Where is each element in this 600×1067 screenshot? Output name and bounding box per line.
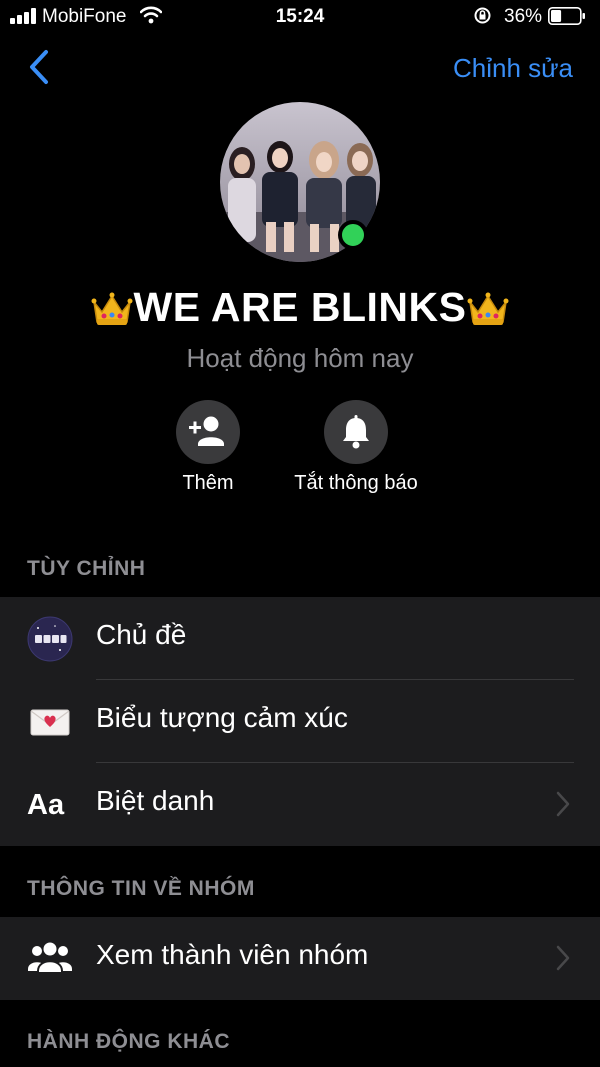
back-chevron-icon[interactable] [26,48,52,86]
battery-icon [548,7,585,25]
activity-status: Hoạt động hôm nay [186,343,414,373]
section-title-group-info: THÔNG TIN VỀ NHÓM [27,877,255,900]
online-status-dot [338,220,368,250]
heart-letter-emoji-icon [30,709,70,736]
add-person-icon[interactable] [176,400,240,464]
crown-emoji-icon [467,292,509,325]
crown-emoji-icon [91,292,132,325]
nicknames-label: Biệt danh [96,785,215,816]
mute-notifications-button[interactable]: Tắt thông báo [261,400,451,495]
theme-label: Chủ đề [96,619,187,650]
list-item-nicknames[interactable]: Aa Biệt danh [0,763,600,846]
list-item-view-members[interactable]: Xem thành viên nhóm [0,917,600,1000]
bell-icon[interactable] [324,400,388,464]
edit-button[interactable]: Chỉnh sửa [453,53,573,84]
group-title: WE ARE BLINKS [0,284,600,331]
group-info-group: Xem thành viên nhóm [0,917,600,1000]
mute-notifications-label: Tắt thông báo [294,472,418,494]
group-avatar[interactable] [220,102,380,262]
list-item-theme[interactable]: Chủ đề [0,597,600,680]
battery-percent: 36% [504,6,543,27]
list-item-emoji[interactable]: Biểu tượng cảm xúc [0,680,600,763]
group-members-icon [28,942,72,974]
theme-icon [27,616,73,662]
emoji-label: Biểu tượng cảm xúc [96,702,348,733]
view-members-label: Xem thành viên nhóm [96,939,369,970]
section-title-customize: TÙY CHỈNH [27,557,146,580]
section-title-other-actions: HÀNH ĐỘNG KHÁC [27,1030,230,1053]
status-bar: MobiFone 15:24 36% [0,0,600,34]
rotation-lock-icon [474,7,491,24]
chevron-right-icon [556,945,570,971]
aa-icon: Aa [27,789,65,821]
chevron-right-icon [556,791,570,817]
customize-group: Chủ đề Biểu tượng cảm xúc Aa Biệt danh [0,597,600,846]
group-name: WE ARE BLINKS [133,284,467,330]
